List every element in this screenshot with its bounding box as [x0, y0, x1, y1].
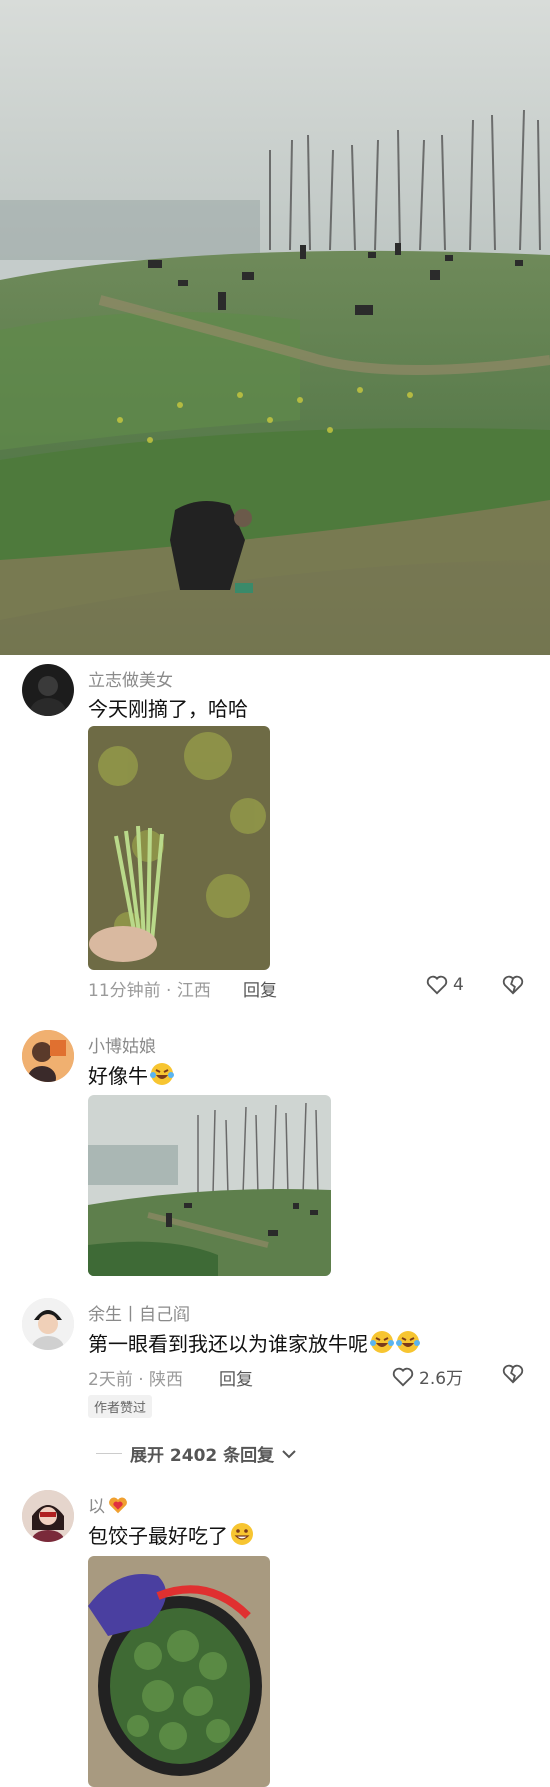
comment-text: 好像牛: [88, 1060, 174, 1089]
heart-hands-emoji: [109, 1497, 127, 1514]
laughing-tears-emoji: [396, 1331, 420, 1353]
grinning-emoji: [231, 1523, 253, 1545]
heart-outline-icon: [426, 975, 448, 995]
expand-replies-label: 展开 2402 条回复: [130, 1446, 275, 1466]
like-count: 4: [453, 975, 464, 995]
avatar[interactable]: [22, 1490, 74, 1542]
comment-meta: 2天前 · 陕西: [88, 1370, 184, 1390]
chevron-down-icon: [282, 1449, 296, 1458]
avatar[interactable]: [22, 664, 74, 716]
like-button[interactable]: 4: [426, 975, 464, 995]
laughing-tears-emoji: [150, 1063, 174, 1085]
dislike-button[interactable]: [502, 1364, 524, 1388]
broken-heart-icon: [502, 975, 524, 995]
comment-meta: 11分钟前 · 江西: [88, 981, 211, 1001]
divider: [96, 1453, 122, 1454]
comment-username[interactable]: 余生丨自己阎: [88, 1300, 190, 1325]
comment-text: 包饺子最好吃了: [88, 1520, 254, 1549]
reply-button[interactable]: 回复: [219, 1365, 253, 1390]
hero-photo: [0, 0, 550, 655]
comment-photo[interactable]: [88, 1095, 331, 1276]
comment-username[interactable]: 立志做美女: [88, 666, 173, 691]
avatar[interactable]: [22, 1298, 74, 1350]
broken-heart-icon: [502, 1364, 524, 1384]
author-liked-badge: 作者赞过: [88, 1395, 153, 1418]
heart-outline-icon: [392, 1367, 414, 1386]
avatar[interactable]: [22, 1030, 74, 1082]
comment-text: 第一眼看到我还以为谁家放牛呢: [88, 1328, 420, 1357]
expand-replies-button[interactable]: 展开 2402 条回复: [96, 1441, 296, 1466]
like-button[interactable]: 2.6万: [392, 1364, 463, 1389]
comment-username[interactable]: 小博姑娘: [88, 1032, 156, 1057]
dislike-button[interactable]: [502, 975, 524, 999]
comment-photo[interactable]: [88, 726, 270, 970]
like-count: 2.6万: [419, 1369, 464, 1389]
reply-button[interactable]: 回复: [243, 976, 277, 1001]
comment-text: 今天刚摘了，哈哈: [88, 697, 248, 721]
laughing-tears-emoji: [370, 1331, 394, 1353]
comment-username[interactable]: 以: [88, 1492, 129, 1517]
comment-photo[interactable]: [88, 1556, 270, 1787]
